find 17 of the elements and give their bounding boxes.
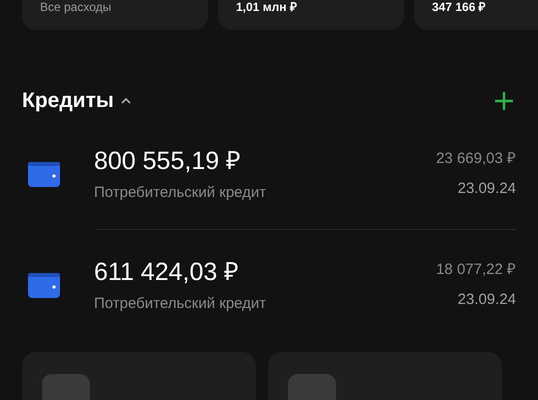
payment-amount: 23 669,03 ₽ xyxy=(436,150,516,168)
section-title[interactable]: Кредиты xyxy=(22,85,132,116)
credit-row[interactable]: 800 555,19 ₽ Потребительский кредит 23 669,03 ₽ 23.09.24 xyxy=(0,128,538,218)
payment-date: 23.09.24 xyxy=(458,290,516,308)
summary-card[interactable]: Все расходы xyxy=(22,0,208,30)
payment-date: 23.09.24 xyxy=(458,180,516,198)
credit-type: Потребительский кредит xyxy=(94,184,268,202)
wallet-icon xyxy=(27,160,61,188)
credit-row[interactable]: 611 424,03 ₽ Потребительский кредит 18 077,22 ₽ 23.09.24 xyxy=(0,240,538,330)
wallet-icon xyxy=(27,270,61,298)
credit-type: Потребительский кредит xyxy=(94,294,268,312)
summary-card[interactable]: 347 166 ₽ xyxy=(414,0,538,30)
payment-amount: 18 077,22 ₽ xyxy=(436,260,516,278)
summary-card[interactable]: 1,01 млн ₽ xyxy=(218,0,404,30)
credit-amount: 800 555,19 ₽ xyxy=(94,146,242,176)
add-icon[interactable] xyxy=(494,90,514,111)
credit-amount: 611 424,03 ₽ xyxy=(94,256,240,286)
